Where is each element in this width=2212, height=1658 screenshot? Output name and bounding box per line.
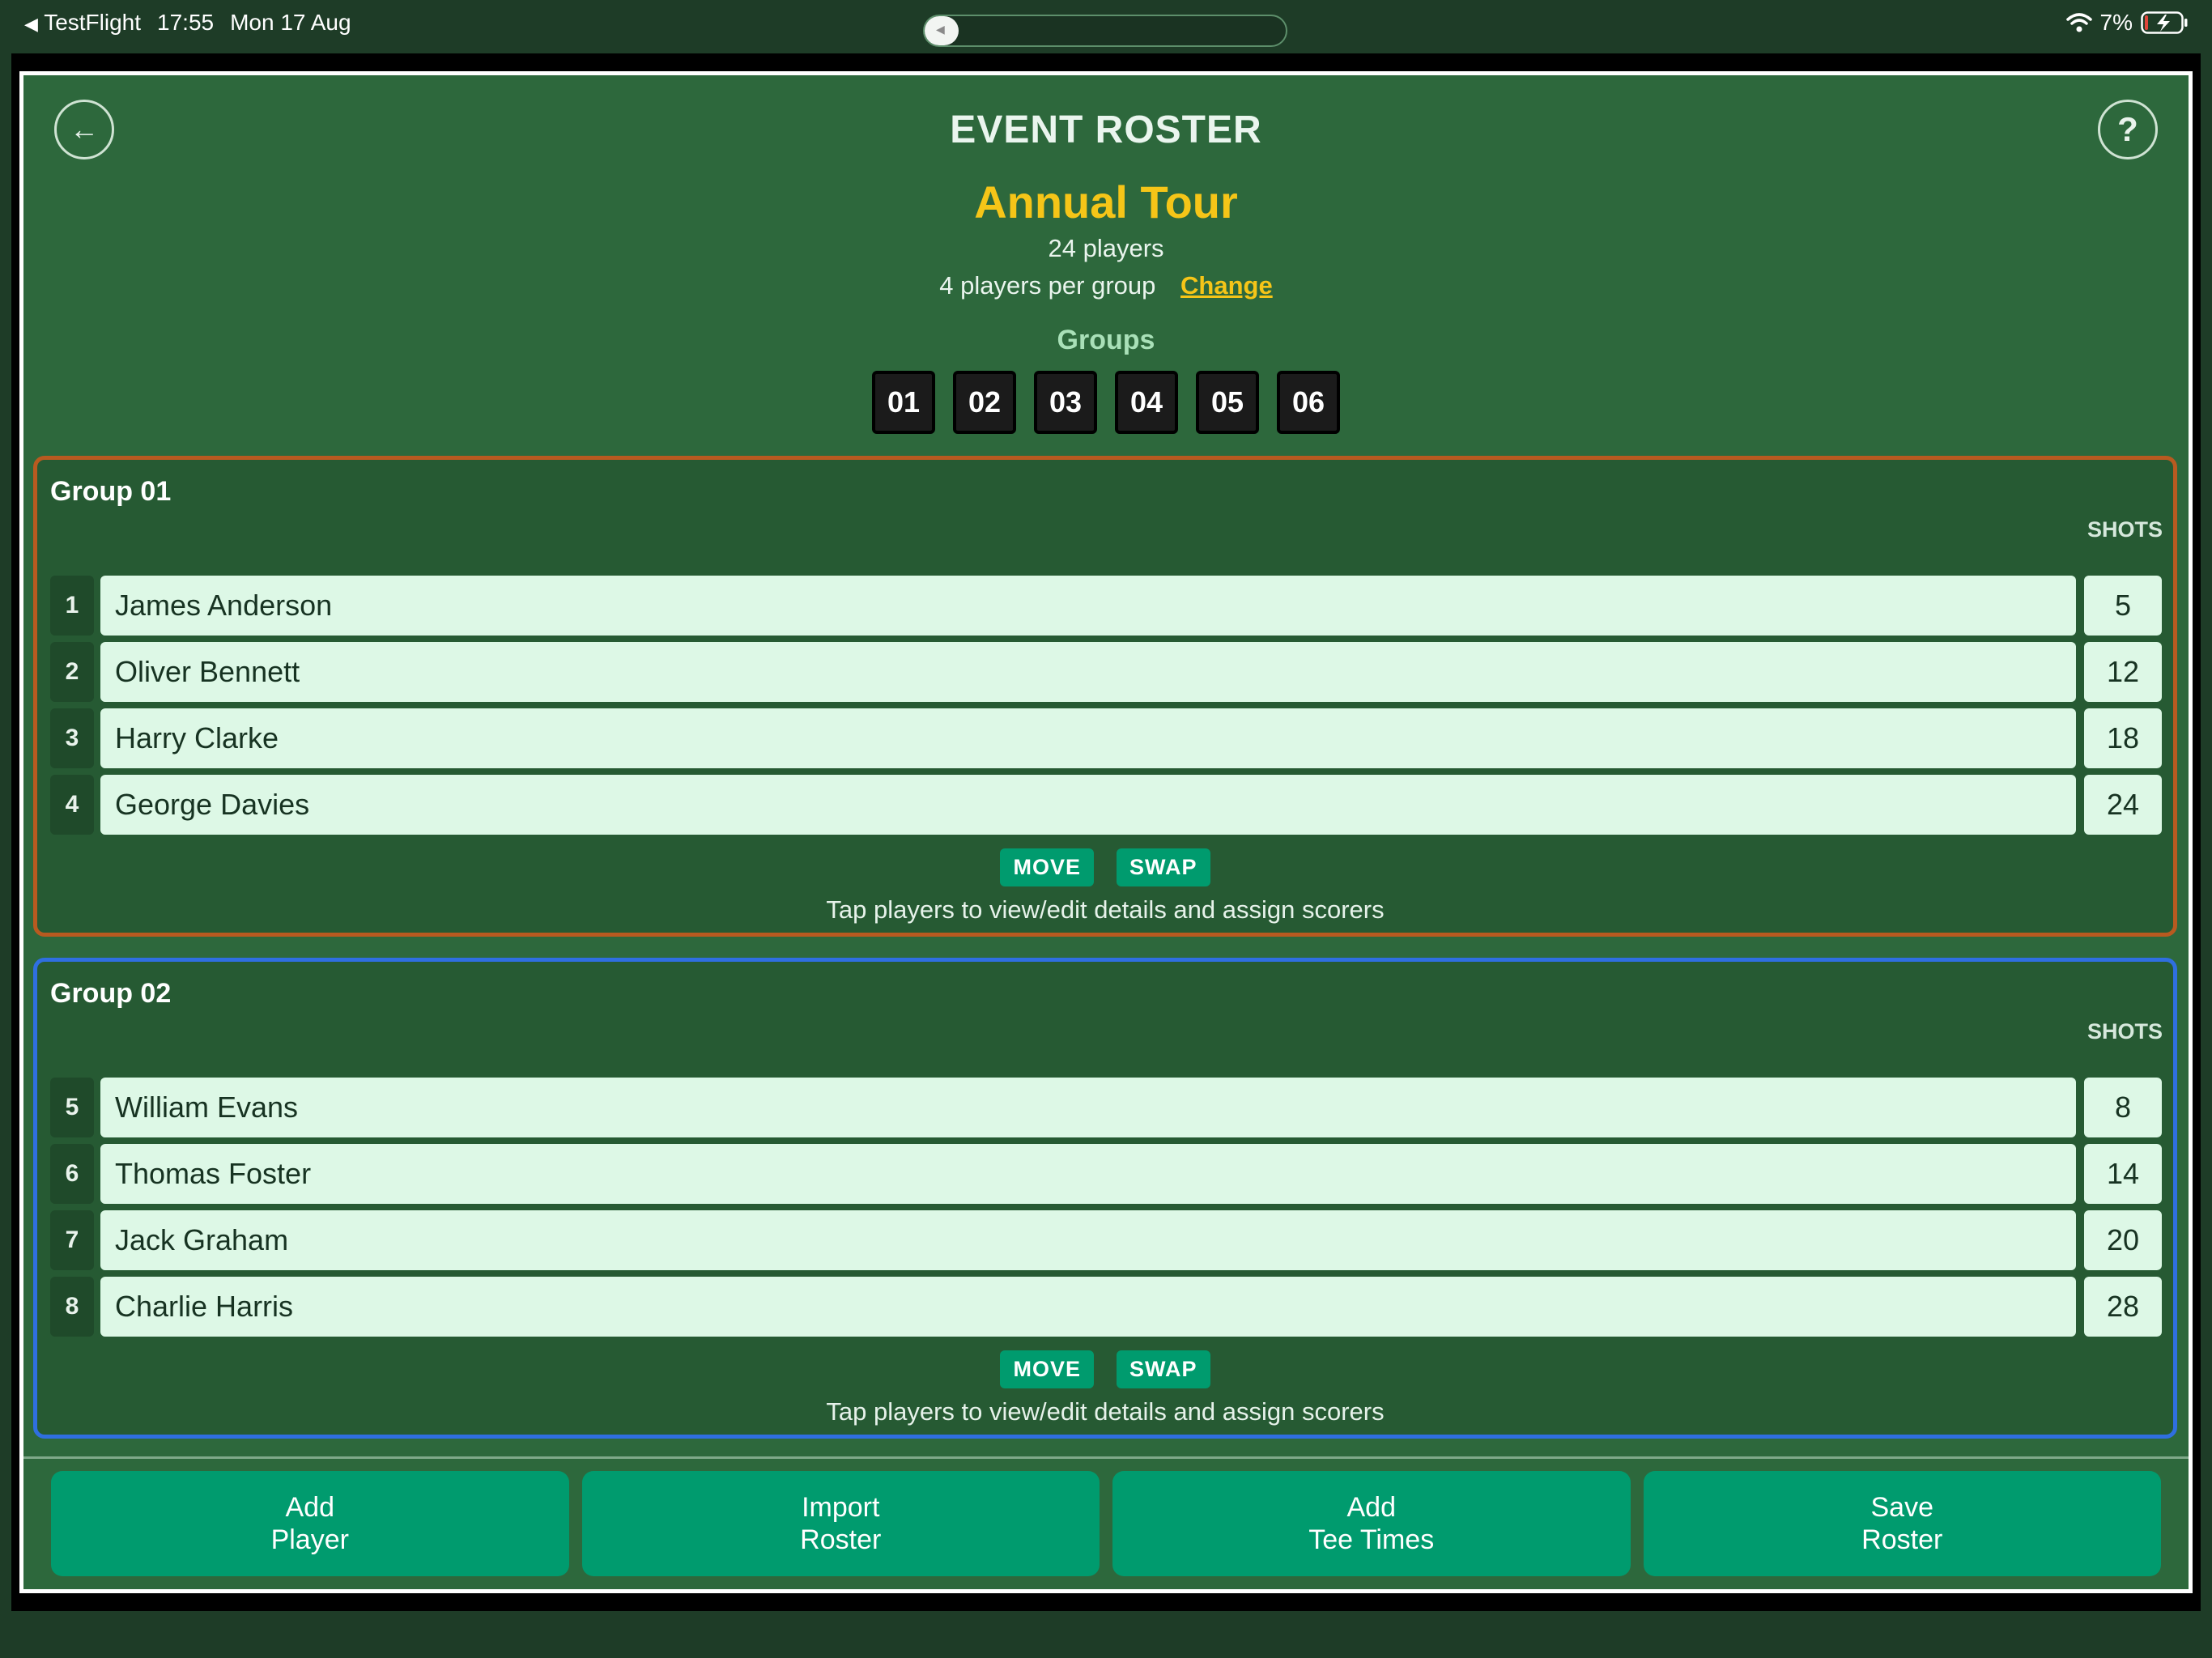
group-name: Group 02 xyxy=(50,978,172,1009)
battery-percent: 7% xyxy=(2099,10,2133,35)
battery-charging-icon xyxy=(2141,11,2188,34)
player-name[interactable]: Thomas Foster xyxy=(100,1144,2076,1204)
move-button[interactable]: MOVE xyxy=(1000,1350,1094,1388)
group-actions: MOVE SWAP xyxy=(37,1350,2173,1388)
group-name: Group 01 xyxy=(50,476,172,507)
group-tile-06[interactable]: 06 xyxy=(1277,371,1340,434)
player-shots[interactable]: 5 xyxy=(2084,576,2162,636)
shots-header: SHOTS xyxy=(2087,1019,2163,1044)
player-row[interactable]: 8 Charlie Harris 28 xyxy=(50,1277,2162,1337)
player-number: 6 xyxy=(50,1144,94,1204)
group-tile-01[interactable]: 01 xyxy=(872,371,935,434)
player-name[interactable]: William Evans xyxy=(100,1078,2076,1137)
status-time: 17:55 xyxy=(157,10,215,35)
button-line: Player xyxy=(270,1524,349,1555)
move-button[interactable]: MOVE xyxy=(1000,848,1094,886)
player-name[interactable]: Jack Graham xyxy=(100,1210,2076,1270)
player-list: 5 William Evans 8 6 Thomas Foster 14 7 J… xyxy=(50,1078,2162,1343)
player-name[interactable]: Oliver Bennett xyxy=(100,642,2076,702)
button-line: Add xyxy=(1346,1492,1397,1523)
divider xyxy=(23,1456,2189,1459)
player-number: 1 xyxy=(50,576,94,636)
save-roster-button[interactable]: Save Roster xyxy=(1643,1471,2161,1576)
page-title: EVENT ROSTER xyxy=(950,108,1262,151)
media-scrubber[interactable]: ◀ xyxy=(923,15,1287,47)
button-line: Save xyxy=(1870,1492,1934,1523)
button-line: Add xyxy=(285,1492,335,1523)
players-count: 24 players xyxy=(1048,234,1164,262)
import-roster-button[interactable]: Import Roster xyxy=(581,1471,1100,1576)
players-per-group: 4 players per group Change xyxy=(23,271,2189,300)
swap-button[interactable]: SWAP xyxy=(1117,1350,1210,1388)
add-player-button[interactable]: Add Player xyxy=(51,1471,569,1576)
wifi-icon xyxy=(2065,13,2092,32)
status-right: 7% xyxy=(2065,10,2188,36)
bottom-action-bar: Add Player Import Roster Add Tee Times S… xyxy=(51,1471,2161,1576)
groups-label: Groups xyxy=(1057,325,1155,355)
player-shots[interactable]: 24 xyxy=(2084,775,2162,835)
button-line: Roster xyxy=(800,1524,882,1555)
player-number: 7 xyxy=(50,1210,94,1270)
player-list: 1 James Anderson 5 2 Oliver Bennett 12 3… xyxy=(50,576,2162,841)
player-number: 2 xyxy=(50,642,94,702)
player-number: 5 xyxy=(50,1078,94,1137)
bottom-strip xyxy=(0,1616,2212,1658)
group-card-02: Group 02 SHOTS 5 William Evans 8 6 Thoma… xyxy=(33,958,2177,1439)
player-name[interactable]: Harry Clarke xyxy=(100,708,2076,768)
back-app-label: TestFlight xyxy=(44,10,142,35)
player-name[interactable]: Charlie Harris xyxy=(100,1277,2076,1337)
player-shots[interactable]: 8 xyxy=(2084,1078,2162,1137)
group-tile-02[interactable]: 02 xyxy=(953,371,1016,434)
group-tile-05[interactable]: 05 xyxy=(1196,371,1259,434)
roster-panel: ← ? EVENT ROSTER Annual Tour 24 players … xyxy=(19,71,2193,1593)
shots-header: SHOTS xyxy=(2087,517,2163,542)
group-tiles: 01 02 03 04 05 06 xyxy=(872,371,1340,434)
player-row[interactable]: 5 William Evans 8 xyxy=(50,1078,2162,1137)
back-triangle-icon: ◀ xyxy=(24,14,38,34)
button-line: Import xyxy=(802,1492,880,1523)
status-bar: ◀ TestFlight 17:55 Mon 17 Aug ◀ 7% xyxy=(0,0,2212,52)
group-hint: Tap players to view/edit details and ass… xyxy=(826,1397,1385,1426)
player-row[interactable]: 6 Thomas Foster 14 xyxy=(50,1144,2162,1204)
status-left: ◀ TestFlight 17:55 Mon 17 Aug xyxy=(24,10,351,36)
group-actions: MOVE SWAP xyxy=(37,848,2173,886)
media-knob[interactable]: ◀ xyxy=(925,16,959,45)
button-line: Tee Times xyxy=(1308,1524,1435,1555)
player-name[interactable]: James Anderson xyxy=(100,576,2076,636)
player-row[interactable]: 4 George Davies 24 xyxy=(50,775,2162,835)
speaker-icon: ◀ xyxy=(936,23,945,36)
player-shots[interactable]: 20 xyxy=(2084,1210,2162,1270)
group-tile-03[interactable]: 03 xyxy=(1034,371,1097,434)
player-name[interactable]: George Davies xyxy=(100,775,2076,835)
player-row[interactable]: 7 Jack Graham 20 xyxy=(50,1210,2162,1270)
player-shots[interactable]: 14 xyxy=(2084,1144,2162,1204)
player-row[interactable]: 1 James Anderson 5 xyxy=(50,576,2162,636)
player-number: 3 xyxy=(50,708,94,768)
change-link[interactable]: Change xyxy=(1180,271,1273,300)
player-row[interactable]: 3 Harry Clarke 18 xyxy=(50,708,2162,768)
group-hint: Tap players to view/edit details and ass… xyxy=(826,895,1385,924)
group-card-01: Group 01 SHOTS 1 James Anderson 5 2 Oliv… xyxy=(33,456,2177,937)
player-row[interactable]: 2 Oliver Bennett 12 xyxy=(50,642,2162,702)
swap-button[interactable]: SWAP xyxy=(1117,848,1210,886)
player-shots[interactable]: 12 xyxy=(2084,642,2162,702)
per-group-label: 4 players per group xyxy=(939,271,1156,300)
player-number: 8 xyxy=(50,1277,94,1337)
player-number: 4 xyxy=(50,775,94,835)
player-shots[interactable]: 18 xyxy=(2084,708,2162,768)
back-to-app[interactable]: ◀ TestFlight xyxy=(24,10,141,36)
event-name: Annual Tour xyxy=(974,176,1238,227)
button-line: Roster xyxy=(1861,1524,1943,1555)
add-tee-times-button[interactable]: Add Tee Times xyxy=(1112,1471,1631,1576)
player-shots[interactable]: 28 xyxy=(2084,1277,2162,1337)
status-date: Mon 17 Aug xyxy=(230,10,351,35)
group-tile-04[interactable]: 04 xyxy=(1115,371,1178,434)
